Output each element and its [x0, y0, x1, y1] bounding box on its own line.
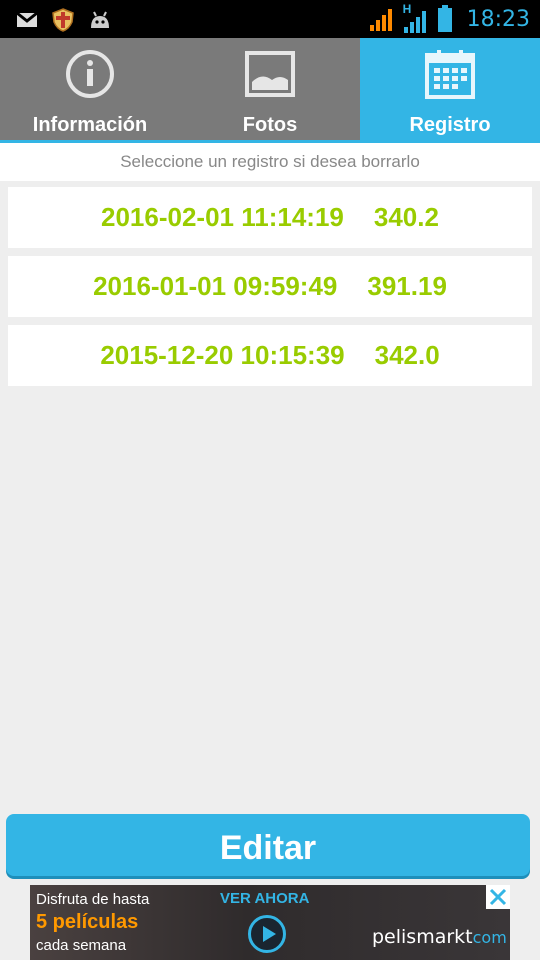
play-icon[interactable]	[248, 915, 286, 953]
ad-brand-logo: pelismarktcom	[372, 926, 507, 948]
tab-bar: Información Fotos Registro	[0, 38, 540, 140]
ad-text-line1: Disfruta de hasta	[36, 891, 150, 908]
list-item[interactable]: 2015-12-20 10:15:39 342.0	[8, 325, 532, 386]
tab-label: Registro	[409, 114, 491, 136]
android-icon	[91, 11, 109, 28]
tab-fotos[interactable]: Fotos	[180, 38, 360, 140]
hint-text: Seleccione un registro si desea borrarlo	[0, 143, 540, 181]
ad-text-line3: cada semana	[36, 937, 127, 954]
record-date: 2015-12-20 10:15:39	[100, 340, 345, 370]
ad-banner[interactable]: Disfruta de hasta 5 películas cada seman…	[30, 885, 510, 960]
calendar-icon	[425, 50, 475, 99]
list-item[interactable]: 2016-02-01 11:14:19 340.2	[8, 187, 532, 248]
info-icon	[66, 50, 114, 98]
gmail-icon	[16, 11, 38, 27]
ad-text-line2: 5 películas	[36, 911, 139, 933]
shield-icon	[52, 8, 74, 32]
tab-label: Información	[32, 114, 148, 136]
record-value: 340.2	[373, 202, 439, 232]
tab-registro[interactable]: Registro	[360, 38, 540, 140]
tab-informacion[interactable]: Información	[0, 38, 180, 140]
ad-brand-domain: com	[472, 928, 507, 947]
record-date: 2016-01-01 09:59:49	[93, 271, 338, 301]
close-icon[interactable]	[486, 885, 510, 909]
status-bar: H 18:23	[0, 0, 540, 38]
clock: 18:23	[466, 6, 530, 32]
records-list: 2016-02-01 11:14:19 340.2 2016-01-01 09:…	[8, 187, 532, 394]
signal-h-icon: H	[403, 2, 429, 34]
tab-label: Fotos	[242, 114, 298, 136]
record-value: 391.19	[367, 271, 447, 301]
notification-icons	[16, 8, 112, 32]
record-value: 342.0	[374, 340, 440, 370]
ad-cta-label[interactable]: VER AHORA	[220, 890, 309, 907]
signal-icon	[369, 9, 392, 31]
record-date: 2016-02-01 11:14:19	[101, 202, 344, 232]
battery-icon	[437, 5, 452, 32]
edit-button[interactable]: Editar	[6, 814, 530, 876]
system-icons: H 18:23	[369, 2, 530, 34]
list-item[interactable]: 2016-01-01 09:59:49 391.19	[8, 256, 532, 317]
image-icon	[245, 51, 295, 97]
ad-brand-name: pelismarkt	[372, 926, 473, 948]
